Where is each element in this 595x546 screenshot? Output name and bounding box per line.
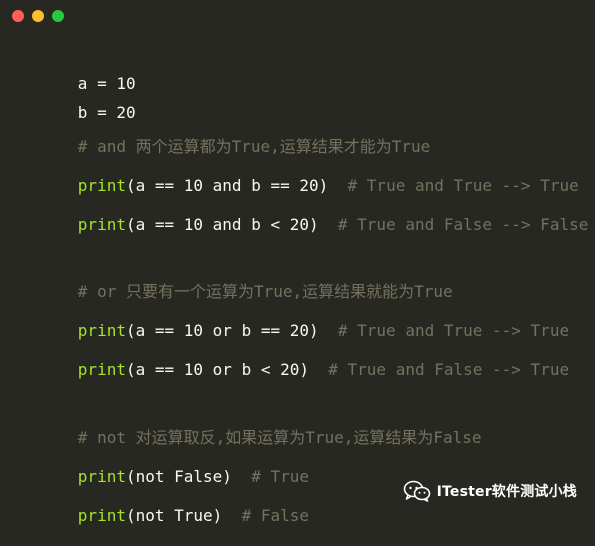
code-args: (a == 10 and b == 20) bbox=[125, 176, 329, 195]
function-name: print bbox=[77, 506, 126, 525]
code-block: a = 10 b = 20 # and 两个运算都为True,运算结果才能为Tr… bbox=[0, 0, 595, 525]
code-args: (a == 10 or b == 20) bbox=[125, 321, 319, 340]
code-args: (not False) bbox=[125, 467, 232, 486]
inline-comment: # True bbox=[231, 467, 309, 486]
function-name: print bbox=[77, 215, 126, 234]
function-name: print bbox=[77, 360, 126, 379]
code-args: (a == 10 or b < 20) bbox=[125, 360, 309, 379]
comment-text: # or 只要有一个运算为True,运算结果就能为True bbox=[77, 282, 453, 301]
function-name: print bbox=[77, 467, 126, 486]
function-name: print bbox=[77, 176, 126, 195]
inline-comment: # True and True --> True bbox=[328, 176, 579, 195]
comment-text: # and 两个运算都为True,运算结果才能为True bbox=[77, 137, 431, 156]
comment-text: # not 对运算取反,如果运算为True,运算结果为False bbox=[77, 428, 482, 447]
code-line: print(a == 10 or b < 20) # True and Fals… bbox=[20, 340, 569, 400]
function-name: print bbox=[77, 321, 126, 340]
inline-comment: # False bbox=[222, 506, 309, 525]
code-line: print(a == 10 and b < 20) # True and Fal… bbox=[20, 195, 589, 255]
code-line: print(not True) # False bbox=[20, 486, 309, 546]
watermark-text: ITester软件测试小栈 bbox=[436, 484, 577, 500]
watermark: ITester软件测试小栈 bbox=[403, 480, 577, 502]
code-window: a = 10 b = 20 # and 两个运算都为True,运算结果才能为Tr… bbox=[0, 0, 595, 525]
inline-comment: # True and True --> True bbox=[318, 321, 570, 340]
code-args: (a == 10 and b < 20) bbox=[125, 215, 319, 234]
inline-comment: # True and False --> False bbox=[318, 215, 589, 234]
wechat-icon bbox=[403, 480, 430, 502]
inline-comment: # True and False --> True bbox=[309, 360, 570, 379]
code-args: (not True) bbox=[125, 506, 223, 525]
